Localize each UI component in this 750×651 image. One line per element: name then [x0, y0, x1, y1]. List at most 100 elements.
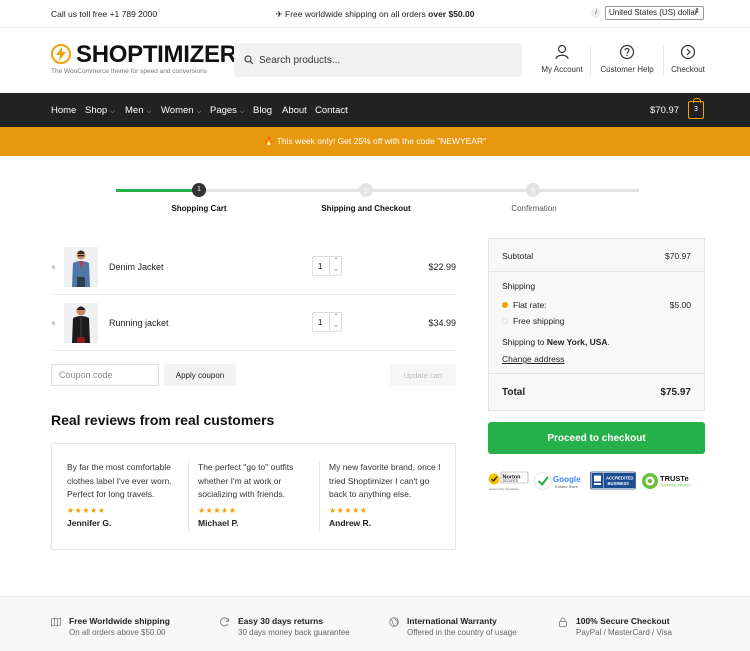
site-logo[interactable]: SHOPTIMIZER — [76, 41, 237, 69]
review-card: By far the most comfortable clothes labe… — [67, 461, 185, 528]
reviews-heading: Real reviews from real customers — [51, 412, 275, 428]
nav-item-men[interactable]: Men ⌵ — [125, 105, 151, 116]
line-price: $34.99 — [428, 318, 456, 328]
badge-text: powered by Symantec — [489, 487, 519, 491]
step-label-shipping-checkout[interactable]: Shipping and Checkout — [301, 204, 431, 213]
promo-banner: 🔥 This week only! Get 25% off with the c… — [0, 127, 750, 156]
shipping-option-free[interactable]: Free shipping — [502, 316, 691, 326]
step-number-2: 2 — [359, 183, 373, 197]
info-icon[interactable]: i — [591, 8, 601, 18]
search-icon — [244, 55, 254, 65]
progress-bar-remaining — [199, 189, 639, 192]
update-cart-button[interactable]: Update cart — [390, 364, 456, 386]
user-icon — [555, 44, 569, 60]
flat-rate-value: $5.00 — [669, 300, 691, 310]
product-name[interactable]: Denim Jacket — [109, 262, 164, 272]
nav-item-contact[interactable]: Contact — [315, 105, 348, 116]
checkout-link[interactable]: Checkout — [668, 44, 708, 74]
map-icon — [51, 617, 61, 627]
review-author: Andrew R. — [329, 517, 372, 528]
chevron-down-icon: ⌵ — [196, 109, 202, 115]
nav-item-about[interactable]: About — [282, 105, 307, 116]
shipping-heading: Shipping — [502, 281, 536, 291]
subtotal-value: $70.97 — [665, 251, 691, 261]
lightning-logo-icon — [51, 44, 71, 64]
step-number-1: 1 — [192, 183, 206, 197]
proceed-to-checkout-button[interactable]: Proceed to checkout — [488, 422, 705, 454]
remove-item-icon[interactable]: × — [51, 319, 56, 328]
truste-certified-badge: TRUSTe CERTIFIED PRIVACY — [641, 470, 705, 492]
currency-select[interactable]: United States (US) dollar ⇕ — [605, 6, 704, 20]
shipping-option-flat-rate[interactable]: Flat rate: $5.00 — [502, 300, 691, 310]
stepper-arrows-icon[interactable]: ⌃ ⌄ — [329, 257, 342, 275]
reviews-panel: By far the most comfortable clothes labe… — [51, 443, 456, 550]
review-text: The perfect "go to" outfits whether I'm … — [198, 462, 294, 499]
progress-bar-complete — [116, 189, 199, 192]
google-trusted-store-badge: Google Trusted Store — [534, 470, 586, 492]
quantity-stepper[interactable]: 1 ⌃ ⌄ — [312, 312, 342, 332]
total-value: $75.97 — [660, 387, 691, 398]
trust-badges: Norton SECURED powered by Symantec Googl… — [488, 470, 705, 494]
checkout-progress: 1 2 3 Shopping Cart Shipping and Checkou… — [0, 156, 750, 226]
nav-item-shop[interactable]: Shop ⌵ — [85, 105, 115, 116]
radio-selected-icon[interactable] — [502, 302, 508, 308]
review-divider — [188, 461, 189, 533]
review-author: Michael P. — [198, 517, 239, 528]
globe-icon — [389, 617, 399, 627]
features-footer: Free Worldwide shipping On all orders ab… — [0, 596, 750, 651]
nav-item-pages[interactable]: Pages ⌵ — [210, 105, 245, 116]
cart-item-row: × Running jacket 1 ⌃ ⌄ $34.99 — [51, 295, 456, 351]
review-text: By far the most comfortable clothes labe… — [67, 462, 172, 499]
shipping-destination: Shipping to New York, USA. — [502, 337, 610, 347]
radio-unselected-icon[interactable] — [502, 318, 508, 324]
help-icon — [619, 44, 635, 60]
star-rating: ★★★★★ — [329, 505, 368, 515]
product-name[interactable]: Running jacket — [109, 318, 169, 328]
customer-help-link[interactable]: Customer Help — [598, 44, 656, 74]
product-thumbnail-denim-jacket[interactable] — [64, 247, 98, 287]
lock-icon — [559, 617, 567, 627]
bbb-accredited-badge: ACCREDITED BUSINESS — [590, 470, 636, 492]
nav-item-blog[interactable]: Blog — [253, 105, 272, 116]
badge-text: TRUSTe — [660, 474, 689, 483]
search-bar — [234, 43, 522, 77]
line-price: $22.99 — [428, 262, 456, 272]
select-arrows-icon: ⇕ — [694, 8, 700, 15]
cart-item-row: × Denim Jacket 1 ⌃ ⌄ $22.99 — [51, 239, 456, 295]
total-row: Total $75.97 — [502, 387, 691, 398]
star-rating: ★★★★★ — [198, 505, 237, 515]
summary-divider — [489, 373, 704, 374]
cart-totals-panel: Subtotal $70.97 Shipping Flat rate: $5.0… — [488, 238, 705, 411]
review-card: The perfect "go to" outfits whether I'm … — [198, 461, 316, 528]
apply-coupon-button[interactable]: Apply coupon — [164, 364, 236, 386]
step-number-3: 3 — [526, 183, 540, 197]
cart-total[interactable]: $70.97 — [650, 105, 679, 116]
chevron-down-icon: ⌵ — [239, 109, 245, 115]
summary-divider — [489, 271, 704, 272]
product-thumbnail-running-jacket[interactable] — [64, 303, 98, 343]
review-divider — [319, 461, 320, 533]
subtotal-row: Subtotal $70.97 — [502, 251, 691, 261]
review-author: Jennifer G. — [67, 517, 112, 528]
change-address-link[interactable]: Change address — [502, 354, 691, 364]
search-input[interactable] — [259, 52, 509, 68]
review-text: My new favorite brand, once I tried Shop… — [329, 462, 441, 499]
header-divider — [590, 46, 591, 76]
stepper-arrows-icon[interactable]: ⌃ ⌄ — [329, 313, 342, 331]
arrow-right-circle-icon — [680, 44, 696, 60]
norton-secured-badge: Norton SECURED powered by Symantec — [488, 470, 530, 492]
top-bar: Call us toll free +1 789 2000 ✈ Free wor… — [0, 0, 750, 28]
nav-item-women[interactable]: Women ⌵ — [161, 105, 201, 116]
my-account-link[interactable]: My Account — [537, 44, 587, 74]
quantity-stepper[interactable]: 1 ⌃ ⌄ — [312, 256, 342, 276]
step-label-shopping-cart[interactable]: Shopping Cart — [134, 204, 264, 213]
shopping-bag-icon[interactable]: 3 — [688, 98, 704, 119]
coupon-code-input[interactable] — [51, 364, 159, 386]
quantity-value: 1 — [318, 318, 323, 327]
badge-text: Trusted Store — [554, 484, 579, 489]
badge-text: ACCREDITED — [606, 476, 633, 481]
nav-item-home[interactable]: Home — [51, 105, 76, 116]
badge-text: SECURED — [503, 479, 519, 483]
header-divider — [663, 46, 664, 76]
remove-item-icon[interactable]: × — [51, 263, 56, 272]
